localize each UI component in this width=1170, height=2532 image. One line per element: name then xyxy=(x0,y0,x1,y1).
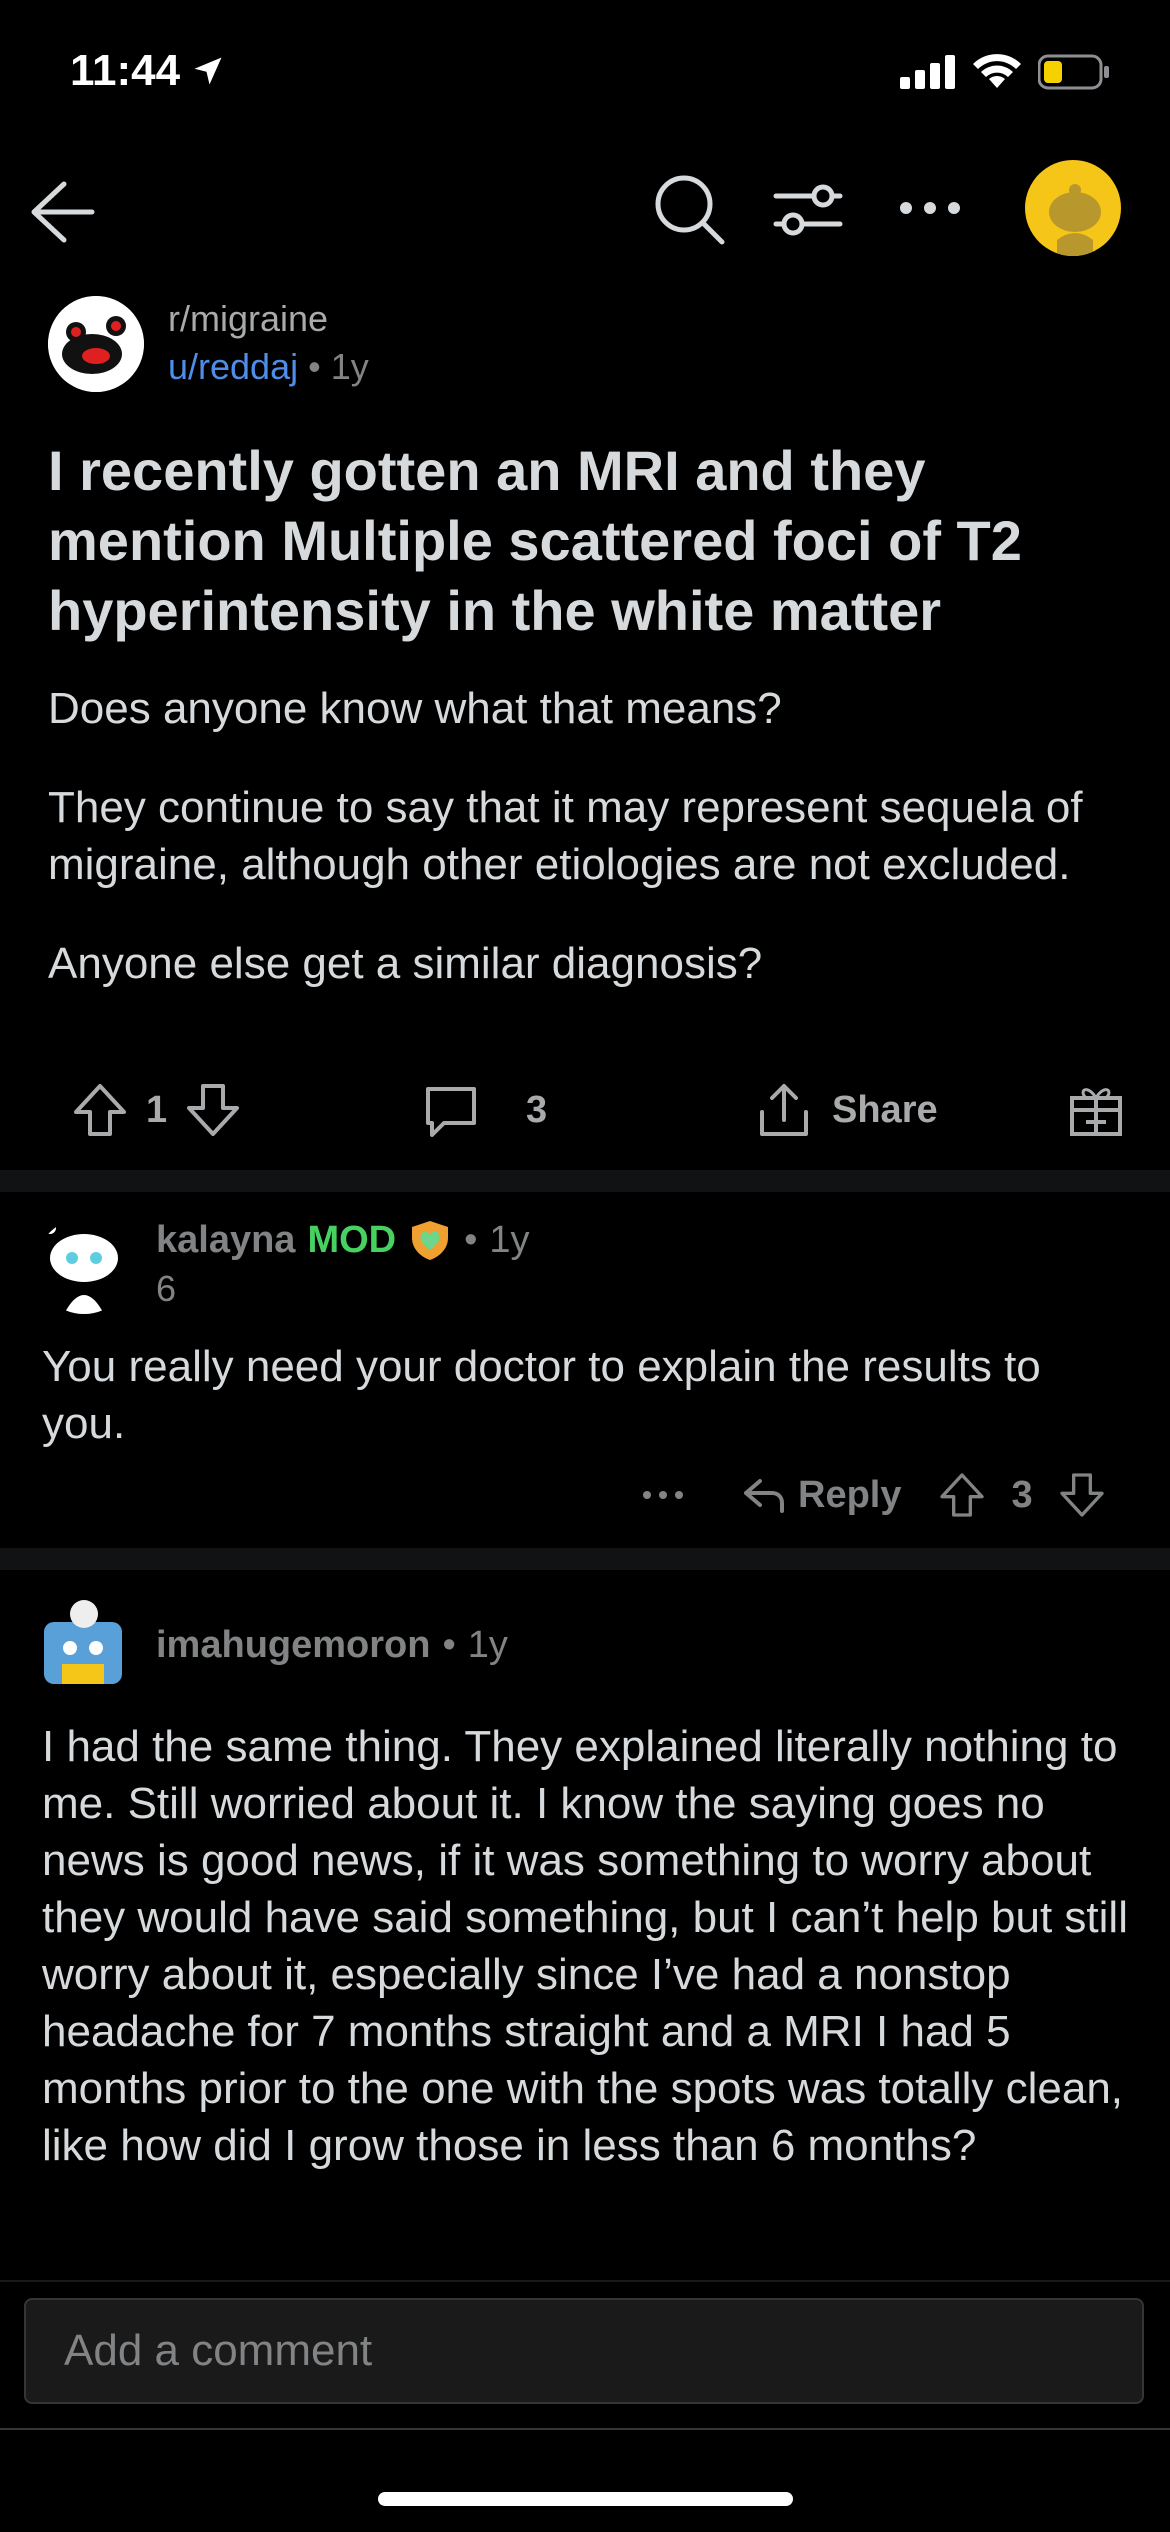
user-avatar[interactable] xyxy=(1025,160,1121,256)
reply-button[interactable]: Reply xyxy=(740,1471,901,1519)
share-button[interactable]: Share xyxy=(752,1070,938,1150)
comment-count: 3 xyxy=(526,1088,548,1131)
comment-body: I had the same thing. They explained lit… xyxy=(42,1722,1128,2170)
comment-avatar[interactable] xyxy=(36,1596,132,1692)
comment-author[interactable]: kalayna xyxy=(156,1219,295,1262)
post-age: 1y xyxy=(330,346,369,387)
more-horizontal-icon[interactable] xyxy=(640,1485,686,1505)
comment-header: imahugemoron • 1y xyxy=(156,1624,508,1667)
comment-body: You really need your doctor to explain t… xyxy=(42,1342,1041,1448)
downvote-icon[interactable] xyxy=(183,1080,243,1140)
post-action-bar: 1 3 Share xyxy=(0,1070,1170,1150)
downvote-icon[interactable] xyxy=(1057,1470,1107,1520)
comment-header: kalayna MOD • 1y xyxy=(156,1218,530,1262)
comment-vote-count: 3 xyxy=(1011,1473,1033,1516)
sort-filter-icon[interactable] xyxy=(768,168,848,248)
home-indicator[interactable] xyxy=(378,2492,793,2506)
comment-age: 1y xyxy=(489,1218,530,1261)
post-body-paragraph: Does anyone know what that means? xyxy=(48,684,782,733)
section-divider xyxy=(0,1170,1170,1192)
subreddit-name[interactable]: r/migraine xyxy=(168,298,328,340)
award-button[interactable] xyxy=(1066,1070,1126,1150)
mod-badge: MOD xyxy=(307,1218,397,1261)
comment-author[interactable]: imahugemoron xyxy=(156,1624,430,1667)
meta-separator: • xyxy=(442,1624,456,1666)
cellular-signal-icon xyxy=(900,55,956,89)
comment-age: 1y xyxy=(467,1624,508,1666)
status-time: 11:44 xyxy=(70,46,226,96)
post-author[interactable]: u/reddaj xyxy=(168,346,298,387)
back-arrow-icon[interactable] xyxy=(20,168,100,248)
gift-icon xyxy=(1066,1080,1126,1140)
section-divider xyxy=(0,1548,1170,1570)
battery-low-icon xyxy=(1038,54,1110,90)
mod-shield-icon xyxy=(408,1218,452,1262)
post-body: Does anyone know what that means? They c… xyxy=(48,680,1133,1034)
upvote-icon[interactable] xyxy=(937,1470,987,1520)
upvote-icon[interactable] xyxy=(70,1080,130,1140)
comment-bubble-icon xyxy=(420,1079,482,1141)
more-horizontal-icon[interactable] xyxy=(890,168,970,248)
post-title: I recently gotten an MRI and they mentio… xyxy=(48,439,1022,642)
meta-separator: • xyxy=(308,346,321,387)
comments-button[interactable]: 3 xyxy=(420,1070,547,1150)
divider xyxy=(0,2428,1170,2430)
reply-arrow-icon xyxy=(740,1471,788,1519)
subreddit-avatar[interactable] xyxy=(48,296,144,392)
reply-label: Reply xyxy=(798,1473,902,1516)
post-author-line: u/reddaj • 1y xyxy=(168,346,369,388)
meta-separator: • xyxy=(464,1218,478,1261)
search-icon[interactable] xyxy=(650,168,730,248)
wifi-icon xyxy=(972,54,1022,90)
post-body-paragraph: They continue to say that it may represe… xyxy=(48,783,1083,889)
comment-action-bar: Reply 3 xyxy=(640,1460,1107,1530)
add-comment-input[interactable]: Add a comment xyxy=(24,2298,1144,2404)
comment-flair: 6 xyxy=(156,1268,177,1309)
comment-avatar[interactable] xyxy=(36,1218,132,1314)
status-indicators xyxy=(900,54,1110,90)
post-body-paragraph: Anyone else get a similar diagnosis? xyxy=(48,939,763,988)
post-vote-group: 1 xyxy=(70,1070,243,1150)
post-vote-count: 1 xyxy=(146,1088,168,1131)
share-label: Share xyxy=(832,1088,938,1131)
share-icon xyxy=(752,1078,816,1142)
location-arrow-icon xyxy=(190,53,226,89)
status-time-text: 11:44 xyxy=(70,46,181,95)
